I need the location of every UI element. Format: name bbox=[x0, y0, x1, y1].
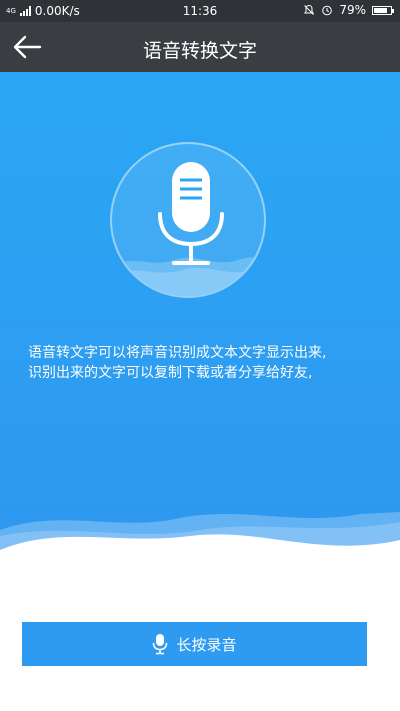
description-line-2: 识别出来的文字可以复制下载或者分享给好友, bbox=[28, 365, 313, 381]
hold-to-record-button[interactable]: 长按录音 bbox=[22, 622, 367, 666]
battery-percent: 79% bbox=[339, 3, 366, 17]
description-text: 语音转文字可以将声音识别成文本文字显示出来, 识别出来的文字可以复制下载或者分享… bbox=[28, 343, 378, 383]
microphone-icon bbox=[158, 162, 224, 265]
record-button-label: 长按录音 bbox=[176, 636, 237, 654]
battery-icon bbox=[372, 5, 394, 15]
white-wave-divider bbox=[0, 534, 400, 570]
status-right: 79% bbox=[303, 3, 394, 17]
mute-bell-icon bbox=[304, 4, 315, 15]
hero-panel: 语音转文字可以将声音识别成文本文字显示出来, 识别出来的文字可以复制下载或者分享… bbox=[0, 72, 400, 552]
alarm-icon bbox=[322, 5, 333, 16]
page-title: 语音转换文字 bbox=[142, 40, 257, 62]
microphone-badge bbox=[110, 142, 266, 298]
microphone-icon bbox=[153, 634, 168, 655]
description-line-1: 语音转文字可以将声音识别成文本文字显示出来, bbox=[28, 345, 327, 361]
title-bar: 语音转换文字 bbox=[0, 22, 400, 72]
status-bar: 4G 0.00K/s 11:36 79% bbox=[0, 0, 400, 22]
